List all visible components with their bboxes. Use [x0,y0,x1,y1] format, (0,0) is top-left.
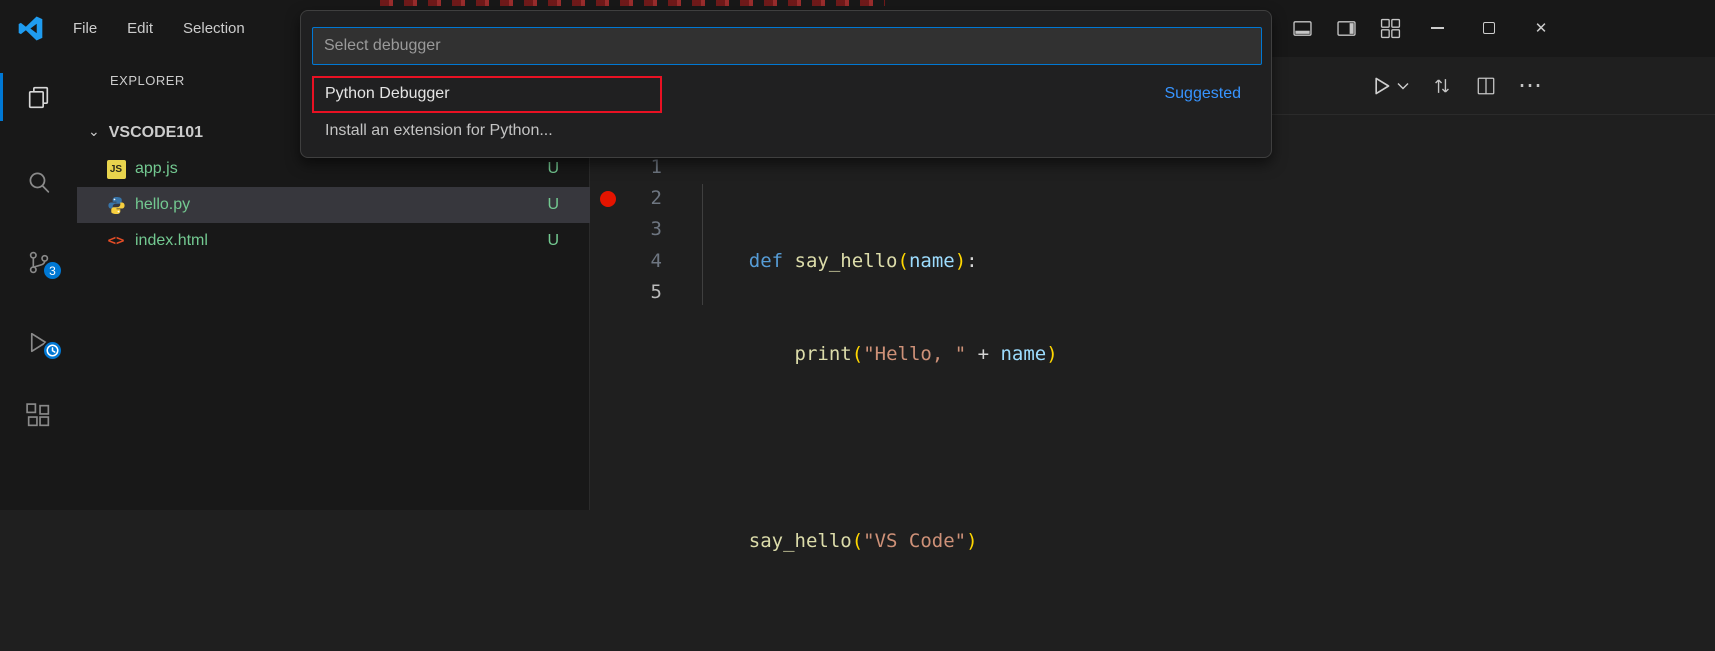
quick-pick-item-label: Python Debugger [325,85,450,103]
code-token: say_hello [749,530,852,552]
ellipsis-icon: ⋯ [1518,76,1542,96]
split-editor-icon [1474,74,1498,98]
quick-pick-dropdown: Python Debugger Suggested Install an ext… [300,10,1272,158]
activity-extensions-button[interactable] [0,387,77,443]
code-token: : [966,250,977,272]
code-line: def say_hello(name): [703,214,1058,245]
close-icon: ✕ [1535,19,1548,37]
file-row-indexhtml[interactable]: <> index.html U [77,223,590,259]
line-number: 2 [612,183,662,214]
line-number: 4 [612,246,662,277]
toggle-secondary-sidebar-button[interactable] [1331,13,1361,43]
debug-pending-clock-badge [42,340,63,361]
file-name: app.js [135,160,178,178]
split-editor-button[interactable] [1472,72,1500,100]
html-file-icon: <> [106,231,126,251]
file-name: index.html [135,232,208,250]
clock-icon [45,343,60,358]
tab-bar-border [1272,114,1715,115]
line-number-gutter[interactable]: 1 2 3 4 5 [612,152,662,308]
code-token: "VS Code" [863,530,966,552]
maximize-icon [1483,22,1495,34]
code-token: ) [1046,343,1057,365]
folder-name: VSCODE101 [109,124,203,142]
minimize-button[interactable] [1422,13,1452,43]
code-token: def [749,250,795,272]
code-token: "Hello, " [863,343,966,365]
customize-layout-button[interactable] [1375,13,1405,43]
git-untracked-badge: U [547,196,559,214]
clipped-window-title [380,0,885,6]
python-file-icon [106,195,126,215]
file-row-hellopy[interactable]: hello.py U [77,187,590,223]
open-changes-icon [1430,74,1454,98]
close-button[interactable]: ✕ [1526,13,1556,43]
git-untracked-badge: U [547,232,559,250]
activity-run-debug-button[interactable] [0,314,77,370]
source-control-count-badge: 3 [42,260,63,281]
run-python-file-button[interactable] [1367,72,1395,100]
run-dropdown-chevron-button[interactable] [1394,72,1412,100]
debugger-search-input[interactable] [312,27,1262,65]
code-token: print [795,343,852,365]
code-token: say_hello [795,250,898,272]
minimize-icon [1431,27,1444,29]
toggle-panel-button[interactable] [1287,13,1317,43]
active-view-indicator [0,73,3,121]
javascript-file-icon: JS [106,159,126,179]
activity-search-button[interactable] [0,154,77,210]
run-icon [1370,75,1392,97]
quick-pick-item-python-debugger[interactable]: Python Debugger Suggested [301,75,1273,113]
quick-pick-item-install-extension[interactable]: Install an extension for Python... [301,113,1273,149]
line-number: 3 [612,214,662,245]
code-token: ( [897,250,908,272]
activity-bar: 3 [0,57,77,510]
code-token: ( [852,530,863,552]
code-token: + [966,343,1000,365]
menu-selection[interactable]: Selection [168,13,260,44]
chevron-down-icon: ⌄ [88,123,100,140]
line-number: 5 [612,277,662,308]
maximize-button[interactable] [1474,13,1504,43]
menu-edit[interactable]: Edit [112,13,168,44]
file-name: hello.py [135,196,190,214]
code-line [703,402,1058,433]
sidebar-title: EXPLORER [110,73,185,88]
code-token: name [909,250,955,272]
chevron-down-icon [1397,82,1409,90]
extensions-icon [24,401,53,430]
code-editor[interactable]: def say_hello(name): print("Hello, " + n… [703,152,1058,651]
code-token [749,343,795,365]
activity-explorer-button[interactable] [0,69,77,125]
code-line: print("Hello, " + name) [703,308,1058,339]
git-untracked-badge: U [547,160,559,178]
vscode-logo-icon [16,14,44,42]
suggested-badge: Suggested [1164,85,1241,103]
menu-file[interactable]: File [58,13,112,44]
files-icon [24,83,53,112]
code-line [703,589,1058,620]
code-token: name [1000,343,1046,365]
activity-source-control-button[interactable] [0,234,77,290]
code-line: say_hello("VS Code") [703,495,1058,526]
search-icon [24,168,53,197]
code-token: ) [955,250,966,272]
open-changes-button[interactable] [1428,72,1456,100]
code-token: ( [852,343,863,365]
more-actions-button[interactable]: ⋯ [1516,72,1544,100]
menu-bar: File Edit Selection [58,0,260,57]
quick-pick-item-label: Install an extension for Python... [325,122,553,140]
code-token: ) [966,530,977,552]
